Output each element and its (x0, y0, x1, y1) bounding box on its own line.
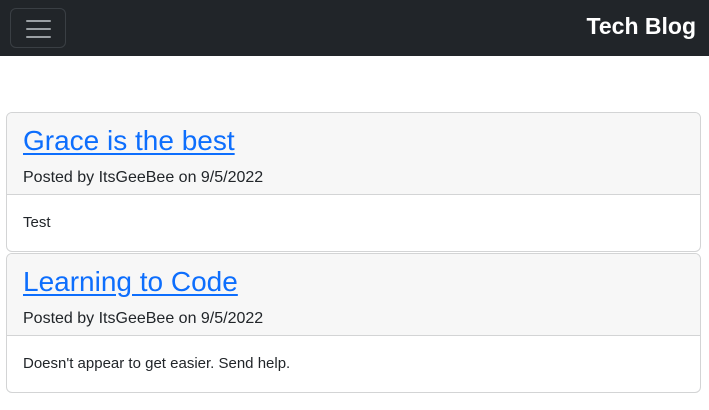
post-date: 9/5/2022 (200, 310, 264, 327)
post-card: Learning to Code Posted by ItsGeeBee on … (6, 253, 701, 393)
hamburger-menu-icon-bar (26, 36, 51, 38)
post-card-header: Learning to Code Posted by ItsGeeBee on … (7, 254, 700, 336)
post-body: Test (23, 214, 51, 231)
post-meta-mid: on (174, 169, 201, 186)
navbar-toggle-button[interactable] (10, 8, 66, 48)
post-author: ItsGeeBee (98, 310, 175, 327)
hamburger-menu-icon (26, 20, 51, 22)
post-card-header: Grace is the best Posted by ItsGeeBee on… (7, 113, 700, 195)
post-meta-prefix: Posted by (23, 310, 99, 327)
post-body: Doesn't appear to get easier. Send help. (23, 355, 291, 372)
top-navbar: Tech Blog (0, 0, 709, 56)
hamburger-menu-icon-bar (26, 28, 51, 30)
post-list: Grace is the best Posted by ItsGeeBee on… (6, 112, 701, 393)
post-meta-mid: on (174, 310, 201, 327)
post-author: ItsGeeBee (98, 169, 175, 186)
post-date: 9/5/2022 (200, 169, 264, 186)
site-brand-link[interactable]: Tech Blog (587, 11, 696, 41)
post-card: Grace is the best Posted by ItsGeeBee on… (6, 112, 701, 252)
post-title-link[interactable]: Grace is the best (23, 124, 684, 158)
post-meta: Posted by ItsGeeBee on 9/5/2022 (23, 309, 684, 329)
post-title-link[interactable]: Learning to Code (23, 265, 684, 299)
post-meta-prefix: Posted by (23, 169, 99, 186)
post-meta: Posted by ItsGeeBee on 9/5/2022 (23, 168, 684, 188)
